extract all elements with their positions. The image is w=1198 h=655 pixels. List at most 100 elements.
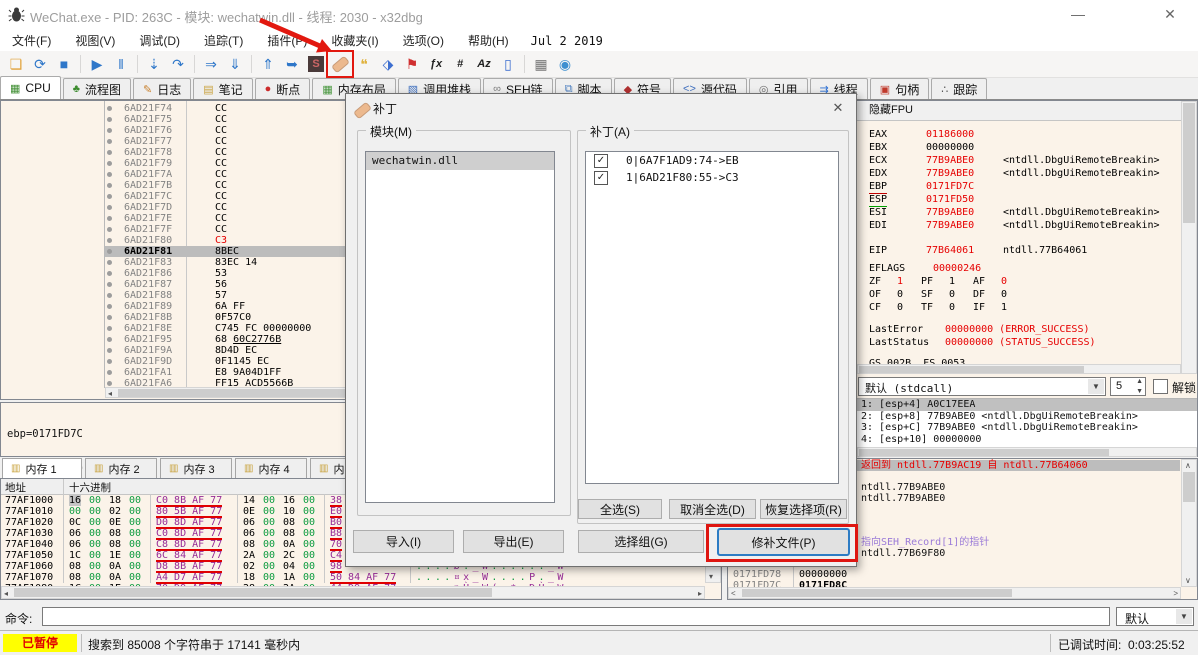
run-to-user-code-icon[interactable]: ⇑ <box>257 53 279 75</box>
breakpoint-dot-icon[interactable] <box>107 183 112 188</box>
register-row[interactable]: EBX 00000000 <box>857 142 1197 154</box>
arguments-hscrollbar[interactable] <box>857 447 1197 457</box>
stack-row[interactable]: 0171FD78 00000000 <box>728 569 1180 580</box>
breakpoint-dot-icon[interactable] <box>107 117 112 122</box>
run-icon[interactable]: ▶ <box>86 53 108 75</box>
stepper-down-icon[interactable]: ▼ <box>1136 388 1143 395</box>
tab-句柄[interactable]: ▣ 句柄 <box>869 78 930 99</box>
register-row[interactable]: ECX 77B9ABE0 <ntdll.DbgUiRemoteBreakin> <box>857 155 1197 167</box>
globe-icon[interactable]: ◉ <box>554 53 576 75</box>
argument-row[interactable]: 3: [esp+C] 77B9ABE0 <ntdll.DbgUiRemoteBr… <box>857 422 1197 434</box>
patch-dialog-titlebar[interactable]: 补丁 ✕ <box>346 94 856 121</box>
breakpoint-dot-icon[interactable] <box>107 304 112 309</box>
breakpoint-dot-icon[interactable] <box>107 194 112 199</box>
breakpoint-dot-icon[interactable] <box>107 337 112 342</box>
calling-convention-select[interactable]: 默认 (stdcall) ▼ <box>858 377 1106 396</box>
memory-tab-1[interactable]: ▥ 内存 1 <box>2 458 82 478</box>
menu-item-收[interactable]: 收藏夹(I) <box>319 30 390 51</box>
register-row[interactable]: EDI 77B9ABE0 <ntdll.DbgUiRemoteBreakin> <box>857 220 1197 232</box>
register-row[interactable]: EIP 77B64061 ntdll.77B64061 <box>857 245 1197 257</box>
hide-fpu-button[interactable]: 隐藏FPU <box>857 101 1197 121</box>
breakpoint-dot-icon[interactable] <box>107 128 112 133</box>
memory-tab-3[interactable]: ▥ 内存 3 <box>160 458 232 478</box>
pause-icon[interactable]: ‖ <box>110 53 132 75</box>
stepper-up-icon[interactable]: ▲ <box>1136 378 1143 385</box>
command-input[interactable] <box>42 607 1110 626</box>
registers-hscrollbar[interactable] <box>857 364 1181 374</box>
memory-tab-2[interactable]: ▥ 内存 2 <box>85 458 157 478</box>
module-list-item[interactable]: wechatwin.dll <box>366 152 554 170</box>
breakpoint-dot-icon[interactable] <box>107 238 112 243</box>
step-out-icon[interactable]: ⇓ <box>224 53 246 75</box>
attach-icon[interactable]: ➥ <box>281 53 303 75</box>
restore-selection-button[interactable]: 恢复选择项(R) <box>760 499 847 519</box>
strings-icon[interactable]: Az <box>473 53 495 75</box>
comment-icon[interactable]: ❝ <box>353 53 375 75</box>
tab-跟踪[interactable]: ∴ 跟踪 <box>931 78 988 99</box>
tab-日志[interactable]: ✎ 日志 <box>132 78 192 99</box>
command-mode-select[interactable]: 默认 ▼ <box>1116 607 1194 626</box>
stack-vscrollbar[interactable]: ∧ ∨ <box>1181 459 1197 587</box>
arguments-list[interactable]: 1: [esp+4] A0C17EEA 2: [esp+8] 77B9ABE0 <… <box>857 398 1197 448</box>
breakpoint-dot-icon[interactable] <box>107 315 112 320</box>
scylla-icon[interactable]: S <box>305 53 327 75</box>
register-row[interactable]: EDX 77B9ABE0 <ntdll.DbgUiRemoteBreakin> <box>857 168 1197 180</box>
breakpoint-dot-icon[interactable] <box>107 106 112 111</box>
pick-groups-button[interactable]: 选择组(G) <box>578 530 704 553</box>
registers-vscrollbar[interactable] <box>1181 101 1197 374</box>
device-icon[interactable]: ▯ <box>497 53 519 75</box>
select-all-button[interactable]: 全选(S) <box>578 499 662 519</box>
memory-row[interactable]: 77AF1070 08 00 0A 00 A4 D7 AF 77 18 00 1A 00 50 84… <box>1 572 705 584</box>
breakpoint-dot-icon[interactable] <box>107 172 112 177</box>
hash-icon[interactable]: # <box>449 53 471 75</box>
tab-CPU[interactable]: ▦ CPU <box>0 76 61 99</box>
dialog-close-icon[interactable]: ✕ <box>828 98 848 118</box>
menu-item-追[interactable]: 追踪(T) <box>192 30 255 51</box>
breakpoint-dot-icon[interactable] <box>107 293 112 298</box>
open-file-icon[interactable]: ❏ <box>5 53 27 75</box>
argument-count-stepper[interactable]: 5 ▲ ▼ <box>1110 377 1146 396</box>
calculator-icon[interactable]: ▦ <box>530 53 552 75</box>
breakpoint-dot-icon[interactable] <box>107 139 112 144</box>
breakpoint-dot-icon[interactable] <box>107 348 112 353</box>
register-row[interactable]: EBP 0171FD7C <box>857 181 1197 194</box>
breakpoint-dot-icon[interactable] <box>107 150 112 155</box>
restart-icon[interactable]: ⟳ <box>29 53 51 75</box>
breakpoint-dot-icon[interactable] <box>107 205 112 210</box>
breakpoint-dot-icon[interactable] <box>107 381 112 386</box>
stop-icon[interactable]: ■ <box>53 53 75 75</box>
menu-item-选[interactable]: 选项(O) <box>391 30 456 51</box>
menu-item-视[interactable]: 视图(V) <box>63 30 127 51</box>
deselect-all-button[interactable]: 取消全选(D) <box>669 499 756 519</box>
argument-row[interactable]: 1: [esp+4] A0C17EEA <box>857 399 1197 411</box>
tab-笔记[interactable]: ▤ 笔记 <box>193 78 253 99</box>
breakpoint-dot-icon[interactable] <box>107 216 112 221</box>
breakpoint-dot-icon[interactable] <box>107 370 112 375</box>
import-button[interactable]: 导入(I) <box>353 530 454 553</box>
breakpoint-dot-icon[interactable] <box>107 161 112 166</box>
patches-list[interactable]: ✓ 0|6A7F1AD9:74->EB ✓ 1|6AD21F80:55->C3 <box>585 151 839 484</box>
memory-hscrollbar[interactable]: ◂ ▸ <box>1 586 705 599</box>
register-row[interactable]: ESI 77B9ABE0 <ntdll.DbgUiRemoteBreakin> <box>857 207 1197 219</box>
stack-hscrollbar[interactable]: < > <box>728 587 1181 599</box>
breakpoint-dot-icon[interactable] <box>107 282 112 287</box>
breakpoint-dot-icon[interactable] <box>107 271 112 276</box>
breakpoint-dot-icon[interactable] <box>107 227 112 232</box>
label-icon[interactable]: ⬗ <box>377 53 399 75</box>
menu-item-调[interactable]: 调试(D) <box>127 30 192 51</box>
patch-list-item[interactable]: ✓ 0|6A7F1AD9:74->EB <box>586 152 838 169</box>
menu-item-插[interactable]: 插件(P) <box>255 30 319 51</box>
register-row[interactable]: ESP 0171FD50 <box>857 194 1197 207</box>
unlock-checkbox[interactable] <box>1153 379 1168 394</box>
step-over-icon[interactable]: ↷ <box>167 53 189 75</box>
breakpoint-dot-icon[interactable] <box>107 249 112 254</box>
menu-item-文[interactable]: 文件(F) <box>0 30 63 51</box>
breakpoint-dot-icon[interactable] <box>107 359 112 364</box>
breakpoint-dot-icon[interactable] <box>107 260 112 265</box>
minimize-button[interactable]: — <box>1056 2 1100 26</box>
argument-row[interactable]: 4: [esp+10] 00000000 <box>857 434 1197 446</box>
export-button[interactable]: 导出(E) <box>463 530 564 553</box>
tab-流程图[interactable]: ♣ 流程图 <box>62 78 131 99</box>
patch-checkbox[interactable]: ✓ <box>594 153 608 168</box>
argument-row[interactable]: 2: [esp+8] 77B9ABE0 <ntdll.DbgUiRemoteBr… <box>857 411 1197 423</box>
